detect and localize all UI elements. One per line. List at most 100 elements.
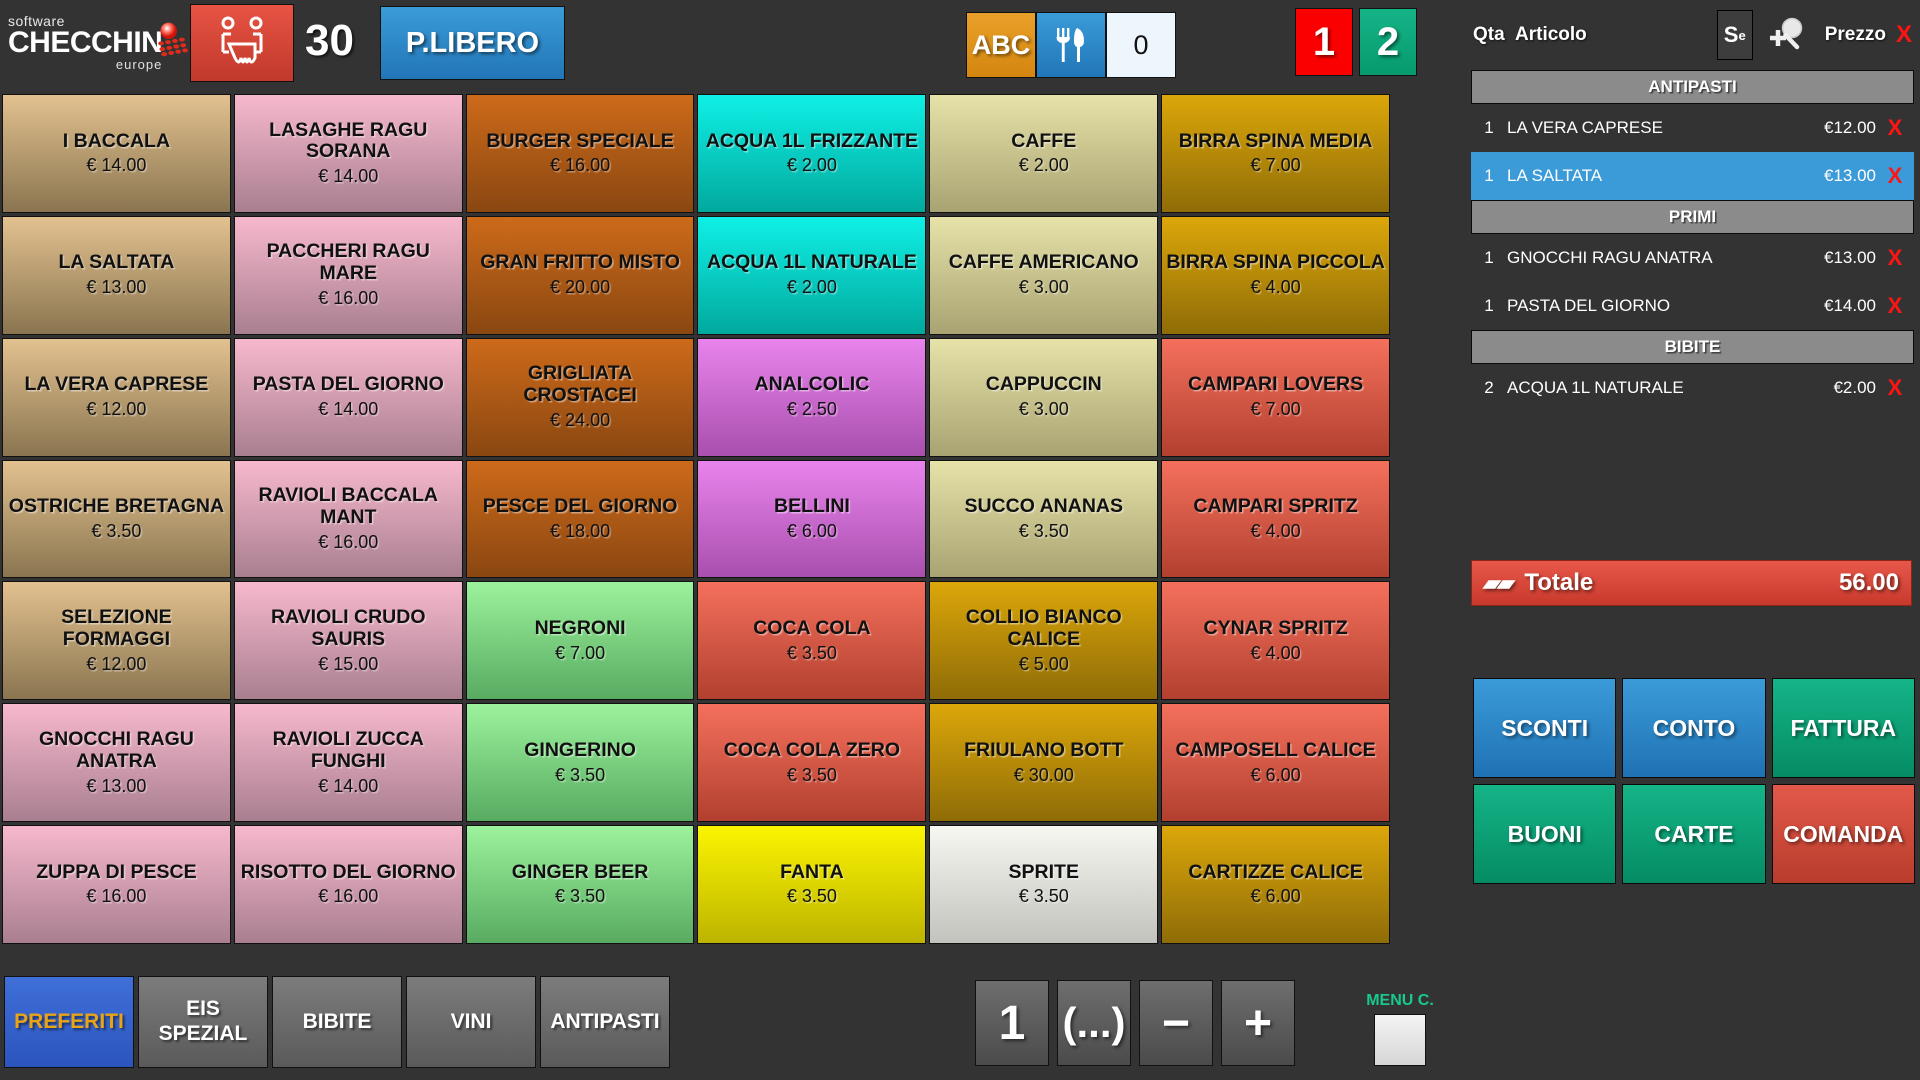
product-tile[interactable]: PACCHERI RAGU MARE € 16.00 <box>233 215 463 335</box>
product-tile-price: € 13.00 <box>86 775 147 796</box>
product-tile[interactable]: LASAGHE RAGU SORANA € 14.00 <box>233 94 463 213</box>
increment-button[interactable]: + <box>1221 980 1295 1066</box>
numeric-controls: 1 (...) − + <box>975 980 1295 1066</box>
product-tile-name: I BACCALA <box>62 129 171 152</box>
column-header-remove[interactable]: X <box>1896 21 1912 49</box>
product-tile[interactable]: CAPPUCCIN € 3.00 <box>929 337 1159 457</box>
order-item-qty: 1 <box>1484 166 1494 185</box>
product-tile[interactable]: ZUPPA DI PESCE € 16.00 <box>2 825 231 944</box>
product-tile-name: CARTIZZE CALICE <box>1188 860 1363 883</box>
product-tile[interactable]: RAVIOLI ZUCCA FUNGHI € 14.00 <box>233 703 463 823</box>
product-tile-name: SUCCO ANANAS <box>964 495 1124 518</box>
product-tile[interactable]: GINGER BEER € 3.50 <box>465 825 695 944</box>
order-item-price: €13.00 <box>1824 248 1876 267</box>
order-item-row[interactable]: 1 GNOCCHI RAGU ANATRA €13.00 X <box>1471 234 1914 282</box>
product-tile[interactable]: SELEZIONE FORMAGGI € 12.00 <box>2 581 231 701</box>
product-tile-price: € 12.00 <box>86 399 147 420</box>
product-tile[interactable]: CAMPARI LOVERS € 7.00 <box>1161 337 1390 457</box>
total-value: 56.00 <box>1838 569 1899 596</box>
product-tile[interactable]: ACQUA 1L FRIZZANTE € 2.00 <box>697 94 927 213</box>
action-button-conto[interactable]: CONTO <box>1622 678 1766 778</box>
product-tile-price: € 3.50 <box>555 886 606 907</box>
category-tab[interactable]: EIS SPEZIAL <box>138 976 268 1068</box>
category-tab[interactable]: ANTIPASTI <box>540 976 670 1068</box>
product-tile[interactable]: CAMPARI SPRITZ € 4.00 <box>1161 459 1390 579</box>
qty-button-2[interactable]: 2 <box>1359 8 1417 76</box>
variant-button[interactable]: (...) <box>1057 980 1131 1066</box>
product-tile[interactable]: RAVIOLI CRUDO SAURIS € 15.00 <box>233 581 463 701</box>
menu-c-button[interactable] <box>1374 1014 1426 1066</box>
product-tile-price: € 12.00 <box>86 653 147 674</box>
product-tile[interactable]: ANALCOLIC € 2.50 <box>697 337 927 457</box>
qty-button-1[interactable]: 1 <box>1295 8 1353 76</box>
product-tile[interactable]: SUCCO ANANAS € 3.50 <box>929 459 1159 579</box>
product-tile[interactable]: BURGER SPECIALE € 16.00 <box>465 94 695 213</box>
product-tile[interactable]: GINGERINO € 3.50 <box>465 703 695 823</box>
total-bar[interactable]: ▰▰ Totale 56.00 <box>1471 560 1912 606</box>
order-item-remove[interactable]: X <box>1876 115 1914 141</box>
order-item-remove[interactable]: X <box>1876 163 1914 189</box>
product-tile[interactable]: NEGRONI € 7.00 <box>465 581 695 701</box>
se-button[interactable]: Se <box>1716 10 1753 60</box>
product-tile[interactable]: OSTRICHE BRETAGNA € 3.50 <box>2 459 231 579</box>
product-tile[interactable]: COCA COLA ZERO € 3.50 <box>697 703 927 823</box>
product-tile[interactable]: FANTA € 3.50 <box>697 825 927 944</box>
product-tile[interactable]: ACQUA 1L NATURALE € 2.00 <box>697 215 927 335</box>
product-tile[interactable]: PASTA DEL GIORNO € 14.00 <box>233 337 463 457</box>
product-tile[interactable]: BELLINI € 6.00 <box>697 459 927 579</box>
category-tab[interactable]: PREFERITI <box>4 976 134 1068</box>
product-tile-price: € 3.50 <box>786 764 837 785</box>
covers-button[interactable] <box>1036 12 1106 78</box>
magnifier-plus-icon[interactable] <box>1763 11 1811 59</box>
order-item-row[interactable]: 1 PASTA DEL GIORNO €14.00 X <box>1471 282 1914 330</box>
product-tile[interactable]: COLLIO BIANCO CALICE € 5.00 <box>929 581 1159 701</box>
product-tile[interactable]: RISOTTO DEL GIORNO € 16.00 <box>233 825 463 944</box>
product-tile[interactable]: GNOCCHI RAGU ANATRA € 13.00 <box>2 703 231 823</box>
order-item-remove[interactable]: X <box>1876 293 1914 319</box>
product-tile[interactable]: CAFFE AMERICANO € 3.00 <box>929 215 1159 335</box>
room-selector-button[interactable]: P.LIBERO <box>380 6 565 80</box>
product-tile[interactable]: LA SALTATA € 13.00 <box>2 215 231 335</box>
category-tab[interactable]: VINI <box>406 976 536 1068</box>
product-tile[interactable]: CARTIZZE CALICE € 6.00 <box>1161 825 1390 944</box>
abc-keyboard-button[interactable]: ABC <box>966 12 1036 78</box>
product-tile[interactable]: RAVIOLI BACCALA MANT € 16.00 <box>233 459 463 579</box>
order-item-remove[interactable]: X <box>1876 375 1914 401</box>
order-item-row[interactable]: 1 LA SALTATA €13.00 X <box>1471 152 1914 200</box>
order-item-row[interactable]: 1 LA VERA CAPRESE €12.00 X <box>1471 104 1914 152</box>
product-tile-price: € 3.50 <box>1018 886 1069 907</box>
action-button-comanda[interactable]: COMANDA <box>1771 784 1915 884</box>
action-button-fattura[interactable]: FATTURA <box>1771 678 1915 778</box>
product-tile-price: € 3.50 <box>555 764 606 785</box>
category-tab[interactable]: BIBITE <box>272 976 402 1068</box>
product-tile-price: € 7.00 <box>555 642 606 663</box>
product-tile[interactable]: I BACCALA € 14.00 <box>2 94 231 213</box>
product-tile[interactable]: BIRRA SPINA MEDIA € 7.00 <box>1161 94 1390 213</box>
product-tile[interactable]: CAFFE € 2.00 <box>929 94 1159 213</box>
product-tile[interactable]: GRIGLIATA CROSTACEI € 24.00 <box>465 337 695 457</box>
product-tile[interactable]: FRIULANO BOTT € 30.00 <box>929 703 1159 823</box>
product-tile[interactable]: BIRRA SPINA PICCOLA € 4.00 <box>1161 215 1390 335</box>
product-tile-name: GRIGLIATA CROSTACEI <box>523 362 637 407</box>
quantity-one-button[interactable]: 1 <box>975 980 1049 1066</box>
product-tile[interactable]: CAMPOSELL CALICE € 6.00 <box>1161 703 1390 823</box>
product-tile[interactable]: GRAN FRITTO MISTO € 20.00 <box>465 215 695 335</box>
product-tile-name: GRAN FRITTO MISTO <box>480 251 680 274</box>
product-tile[interactable]: SPRITE € 3.50 <box>929 825 1159 944</box>
product-tile[interactable]: COCA COLA € 3.50 <box>697 581 927 701</box>
product-tile[interactable]: LA VERA CAPRESE € 12.00 <box>2 337 231 457</box>
action-button-sconti[interactable]: SCONTI <box>1473 678 1617 778</box>
product-tile-price: € 30.00 <box>1013 764 1074 785</box>
total-label: Totale <box>1524 569 1594 596</box>
cover-count-display[interactable]: 0 <box>1106 12 1176 78</box>
order-item-row[interactable]: 2 ACQUA 1L NATURALE €2.00 X <box>1471 364 1914 412</box>
product-tile[interactable]: CYNAR SPRITZ € 4.00 <box>1161 581 1390 701</box>
product-tile[interactable]: PESCE DEL GIORNO € 18.00 <box>465 459 695 579</box>
decrement-button[interactable]: − <box>1139 980 1213 1066</box>
action-button-buoni[interactable]: BUONI <box>1473 784 1617 884</box>
table-seats-button[interactable] <box>190 4 294 82</box>
product-tile-price: € 14.00 <box>318 775 379 796</box>
order-item-remove[interactable]: X <box>1876 245 1914 271</box>
action-button-carte[interactable]: CARTE <box>1622 784 1766 884</box>
product-tile-name: CAFFE AMERICANO <box>948 251 1139 274</box>
